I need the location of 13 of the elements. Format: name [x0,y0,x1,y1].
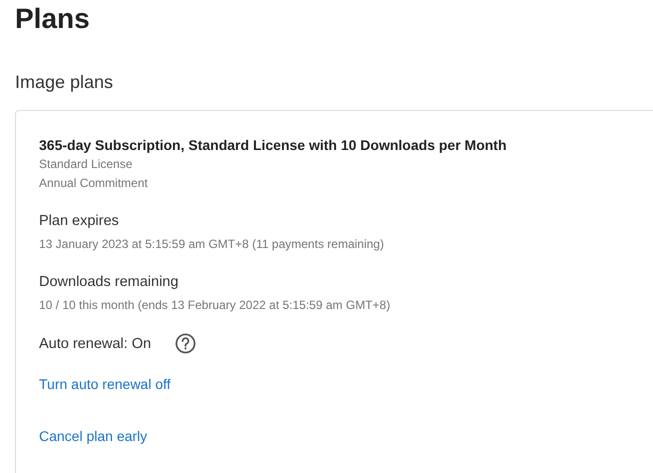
help-icon[interactable] [175,333,196,354]
field-value: 10 / 10 this month (ends 13 February 2022 at 5:15:59 am GMT+8) [39,297,392,314]
field-label: Downloads remaining [39,273,180,292]
field-value: 13 January 2023 at 5:15:59 am GMT+8 (11 payments remaining) [39,236,385,253]
page-title: Plans [15,2,91,36]
plan-detail: Standard License [39,156,134,173]
auto-renewal-status: Auto renewal: On [39,334,152,354]
cancel-plan-link[interactable]: Cancel plan early [39,426,148,446]
field-label: Plan expires [39,212,120,231]
plan-name: 365-day Subscription, Standard License with 10 Downloads per Month [39,136,508,155]
turn-off-link[interactable]: Turn auto renewal off [39,374,171,394]
plan-detail: Annual Commitment [39,175,149,192]
section-title: Image plans [15,71,114,94]
